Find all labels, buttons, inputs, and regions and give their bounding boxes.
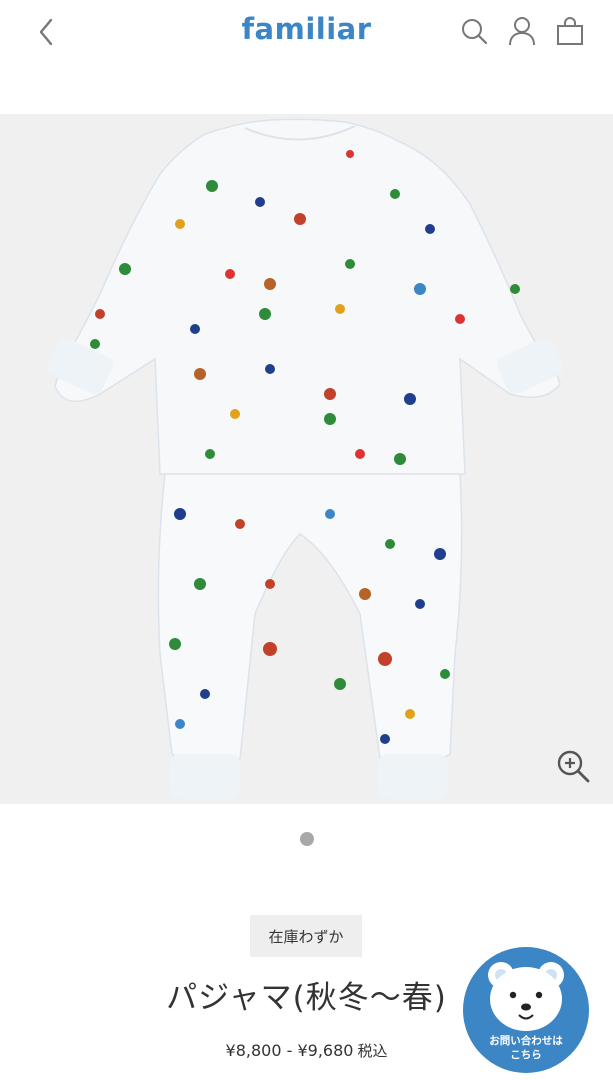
header-actions: [459, 14, 585, 48]
pajama-image: [46, 118, 564, 799]
image-pagination: [0, 832, 613, 846]
pagination-dot-active[interactable]: [299, 832, 314, 846]
contact-label-line2: こちら: [510, 1049, 542, 1061]
cart-button[interactable]: [555, 14, 585, 48]
contact-label: お問い合わせは こちら: [463, 1034, 589, 1062]
search-icon: [462, 19, 488, 45]
product-image[interactable]: [0, 114, 613, 804]
user-icon: [509, 17, 535, 46]
tax-label: 税込: [357, 1042, 388, 1060]
contact-label-line1: お問い合わせは: [489, 1035, 563, 1047]
contact-button[interactable]: お問い合わせは こちら: [463, 947, 589, 1073]
stock-badge: 在庫わずか: [250, 915, 362, 957]
bag-icon: [557, 17, 583, 45]
app-header: familiar: [0, 0, 613, 70]
price-range: ¥8,800 - ¥9,680: [225, 1041, 354, 1060]
search-button[interactable]: [459, 14, 489, 48]
zoom-in-icon: [557, 750, 590, 783]
account-button[interactable]: [507, 14, 537, 48]
zoom-button[interactable]: [555, 748, 591, 784]
